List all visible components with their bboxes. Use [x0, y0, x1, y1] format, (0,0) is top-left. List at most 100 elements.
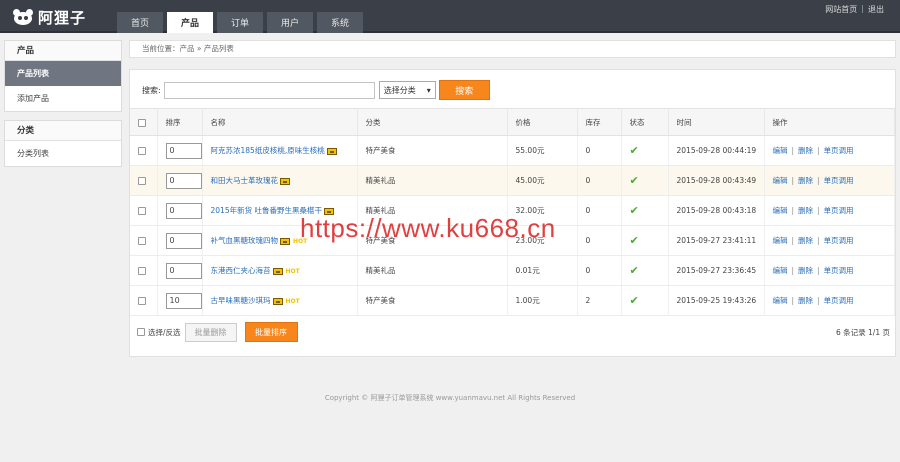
product-name-link[interactable]: 和田大马士革玫瑰花	[211, 176, 279, 185]
delete-link[interactable]: 删除	[798, 266, 813, 275]
delete-link[interactable]: 删除	[798, 206, 813, 215]
row-price-cell: 32.00元	[507, 195, 578, 226]
sort-order-input[interactable]: 0	[165, 142, 202, 159]
top-bar: 阿狸子 首页 产品 订单 用户 系统 网站首页 | 退出	[0, 0, 900, 33]
nav-tab-users[interactable]: 用户	[267, 12, 313, 33]
edit-link[interactable]: 编辑	[773, 206, 788, 215]
site-home-link[interactable]: 网站首页	[825, 4, 857, 15]
row-category-cell: 特产美食	[357, 135, 508, 166]
sidebar: 产品 产品列表 添加产品 分类 分类列表	[4, 40, 122, 175]
delete-link[interactable]: 删除	[798, 146, 813, 155]
row-checkbox[interactable]	[138, 237, 146, 245]
batch-delete-button[interactable]: 批量删除	[184, 322, 237, 342]
edit-link[interactable]: 编辑	[773, 146, 788, 155]
hot-badge: HOT	[293, 238, 308, 245]
edit-link[interactable]: 编辑	[773, 296, 788, 305]
row-stock-cell: 0	[577, 165, 622, 196]
row-name-cell: 2015年新货 吐鲁番野生黑桑椹干	[202, 195, 358, 226]
search-input[interactable]	[163, 81, 375, 99]
row-time-cell: 2015-09-28 00:43:18	[668, 195, 765, 226]
row-price-cell: 55.00元	[507, 135, 578, 166]
row-checkbox[interactable]	[138, 147, 146, 155]
page-call-link[interactable]: 单页调用	[824, 296, 854, 305]
select-toggle-checkbox[interactable]	[137, 328, 145, 336]
row-checkbox[interactable]	[138, 177, 146, 185]
delete-link[interactable]: 删除	[798, 236, 813, 245]
row-select-cell	[130, 225, 158, 256]
column-header-status: 状态	[621, 108, 669, 136]
row-checkbox[interactable]	[138, 297, 146, 305]
sidebar-group-title: 产品	[5, 41, 121, 61]
row-actions-cell: 编辑 | 删除 | 单页调用	[764, 255, 895, 286]
sidebar-item-category-list[interactable]: 分类列表	[5, 141, 121, 166]
dropdown-arrow-icon: ▾	[426, 85, 431, 95]
column-header-name: 名称	[202, 108, 358, 136]
row-checkbox[interactable]	[138, 267, 146, 275]
hot-badge: HOT	[285, 298, 300, 305]
image-icon	[280, 237, 290, 245]
sort-order-input[interactable]: 10	[165, 292, 202, 309]
column-header-category: 分类	[357, 108, 508, 136]
row-stock-cell: 0	[577, 135, 622, 166]
sort-order-input[interactable]: 0	[165, 172, 202, 189]
page-call-link[interactable]: 单页调用	[824, 266, 854, 275]
checkmark-icon: ✔	[629, 264, 639, 277]
nav-tab-home[interactable]: 首页	[117, 12, 163, 33]
product-name-link[interactable]: 2015年新货 吐鲁番野生黑桑椹干	[211, 206, 322, 215]
page-call-link[interactable]: 单页调用	[824, 146, 854, 155]
sort-order-input[interactable]: 0	[165, 262, 202, 279]
row-category-cell: 精美礼品	[357, 255, 508, 286]
category-select-value: 选择分类	[383, 85, 416, 95]
row-price-cell: 45.00元	[507, 165, 578, 196]
checkmark-icon: ✔	[629, 144, 639, 157]
logout-link[interactable]: 退出	[868, 4, 884, 15]
row-checkbox[interactable]	[138, 207, 146, 215]
main-nav: 首页 产品 订单 用户 系统	[117, 12, 363, 33]
row-status-cell: ✔	[621, 195, 669, 226]
row-stock-cell: 0	[577, 225, 622, 256]
table-row: 0 阿克苏浓185纸皮核桃,原味生核桃 特产美食 55.00元 0 ✔ 2015-09-28…	[130, 135, 895, 166]
nav-tab-products[interactable]: 产品	[167, 12, 213, 33]
category-select[interactable]: 选择分类 ▾	[378, 81, 436, 99]
row-sort-cell: 10	[157, 285, 203, 316]
action-separator: |	[791, 236, 795, 245]
product-name-link[interactable]: 古早味黑糖沙琪玛	[211, 296, 271, 305]
nav-tab-orders[interactable]: 订单	[217, 12, 263, 33]
sort-order-input[interactable]: 0	[165, 202, 202, 219]
search-button[interactable]: 搜索	[438, 80, 490, 100]
page-call-link[interactable]: 单页调用	[824, 206, 854, 215]
row-time-cell: 2015-09-27 23:36:45	[668, 255, 765, 286]
checkmark-icon: ✔	[629, 174, 639, 187]
action-separator: |	[817, 206, 820, 215]
product-name-link[interactable]: 东港西仁夹心海苔	[211, 266, 271, 275]
row-status-cell: ✔	[621, 165, 669, 196]
row-actions-cell: 编辑 | 删除 | 单页调用	[764, 135, 895, 166]
edit-link[interactable]: 编辑	[773, 236, 788, 245]
select-all-checkbox[interactable]	[138, 118, 146, 127]
checkmark-icon: ✔	[629, 204, 639, 217]
delete-link[interactable]: 删除	[798, 296, 813, 305]
edit-link[interactable]: 编辑	[773, 266, 788, 275]
column-header-price: 价格	[507, 108, 578, 136]
delete-link[interactable]: 删除	[798, 176, 813, 185]
row-actions-cell: 编辑 | 删除 | 单页调用	[764, 195, 895, 226]
nav-tab-system[interactable]: 系统	[317, 12, 363, 33]
sidebar-item-add-product[interactable]: 添加产品	[5, 86, 121, 111]
row-sort-cell: 0	[157, 135, 203, 166]
table-body: 0 阿克苏浓185纸皮核桃,原味生核桃 特产美食 55.00元 0 ✔ 2015-09-28…	[130, 135, 895, 316]
row-name-cell: 东港西仁夹心海苔 HOT	[202, 255, 358, 286]
row-select-cell	[130, 135, 158, 166]
row-name-cell: 古早味黑糖沙琪玛 HOT	[202, 285, 358, 316]
page-call-link[interactable]: 单页调用	[824, 236, 854, 245]
sort-order-input[interactable]: 0	[165, 232, 202, 249]
row-status-cell: ✔	[621, 225, 669, 256]
sidebar-item-product-list[interactable]: 产品列表	[5, 61, 121, 86]
logo[interactable]: 阿狸子	[12, 6, 86, 28]
row-category-cell: 特产美食	[357, 285, 508, 316]
edit-link[interactable]: 编辑	[773, 176, 788, 185]
select-toggle-label[interactable]: 选择/反选	[148, 327, 181, 338]
page-call-link[interactable]: 单页调用	[824, 176, 854, 185]
batch-sort-button[interactable]: 批量排序	[244, 322, 298, 342]
product-name-link[interactable]: 阿克苏浓185纸皮核桃,原味生核桃	[211, 146, 325, 155]
product-name-link[interactable]: 补气血黑糖玫瑰四物	[211, 236, 279, 245]
